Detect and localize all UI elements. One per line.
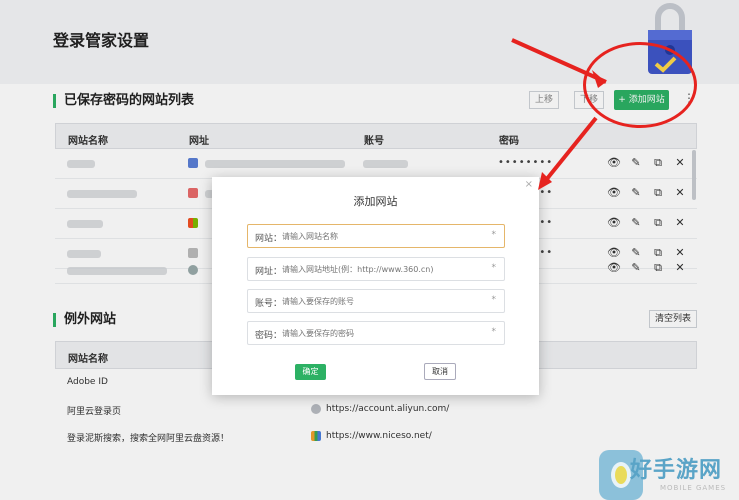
watermark-subtitle: MOBILE GAMES bbox=[660, 484, 727, 492]
watermark-text: 好手游网 bbox=[630, 458, 723, 483]
annotation-arrow bbox=[511, 38, 607, 190]
